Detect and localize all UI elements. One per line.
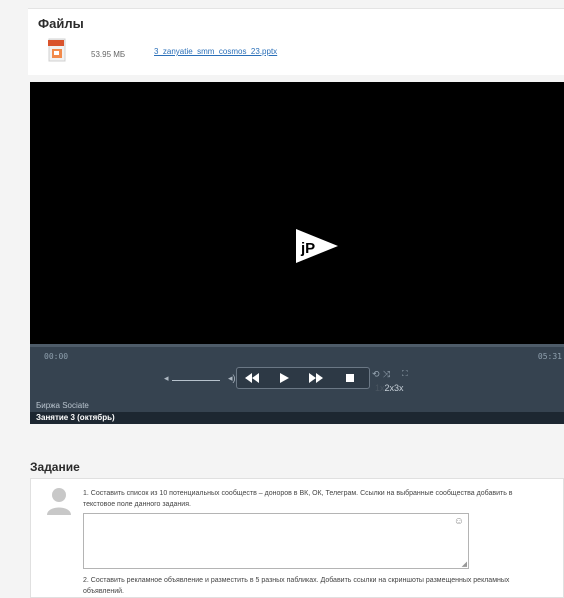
repeat-icon[interactable]: ⟲ (372, 369, 380, 380)
speed-2x[interactable]: 2x (385, 383, 395, 393)
volume-mute-icon[interactable]: ◂ (164, 373, 169, 384)
play-button[interactable] (271, 368, 297, 388)
answer-textarea[interactable]: ☺ ◢ (83, 513, 469, 569)
task-panel: 1. Составить список из 10 потенциальных … (30, 478, 564, 598)
rewind-icon (245, 373, 259, 383)
fullscreen-icon[interactable]: ⛶ (402, 369, 408, 379)
file-download-link[interactable]: 3_zanyatie_smm_cosmos_23.pptx (154, 47, 277, 56)
files-title: Файлы (38, 16, 84, 31)
file-size: 53.95 МБ (91, 50, 126, 59)
fast-forward-icon (309, 373, 323, 383)
player-controls: 00:00 05:31 ◂ ◂) ⟲ ⤨ ⛶ 1x2x3x (30, 344, 564, 403)
speed-3x[interactable]: 3x (394, 383, 404, 393)
playlist: Биржа Sociate Занятие 3 (октябрь) (30, 400, 564, 424)
rewind-button[interactable] (239, 368, 265, 388)
task-item-2: 2. Составить рекламное объявление и разм… (83, 577, 510, 595)
jp-logo: jP (296, 229, 338, 263)
playlist-item[interactable]: Биржа Sociate (30, 400, 564, 412)
svg-text:jP: jP (300, 240, 315, 257)
task-title: Задание (30, 460, 80, 474)
transport-buttons (236, 367, 370, 389)
task-item-1: 1. Составить список из 10 потенциальных … (83, 490, 513, 508)
smile-icon[interactable]: ☺ (454, 516, 464, 527)
files-panel: Файлы 53.95 МБ 3_zanyatie_smm_cosmos_23.… (28, 8, 564, 75)
pptx-file-icon (48, 38, 66, 62)
avatar-icon (47, 488, 71, 515)
time-total: 05:31 (537, 352, 562, 361)
playlist-item-active[interactable]: Занятие 3 (октябрь) (30, 412, 564, 424)
video-player[interactable]: jP 00:00 05:31 ◂ ◂) ⟲ ⤨ ⛶ 1x2x3x Биржа S… (30, 82, 564, 424)
fast-forward-button[interactable] (303, 368, 329, 388)
time-current: 00:00 (44, 352, 69, 361)
speed-selector: 1x2x3x (375, 383, 404, 393)
shuffle-icon[interactable]: ⤨ (383, 369, 390, 380)
speed-1x[interactable]: 1x (375, 383, 385, 393)
stop-button[interactable] (337, 368, 363, 388)
resize-handle-icon[interactable]: ◢ (462, 560, 467, 568)
volume-max-icon[interactable]: ◂) (228, 373, 236, 384)
play-icon (280, 373, 289, 383)
volume-slider[interactable] (172, 380, 220, 381)
stop-icon (346, 374, 354, 382)
